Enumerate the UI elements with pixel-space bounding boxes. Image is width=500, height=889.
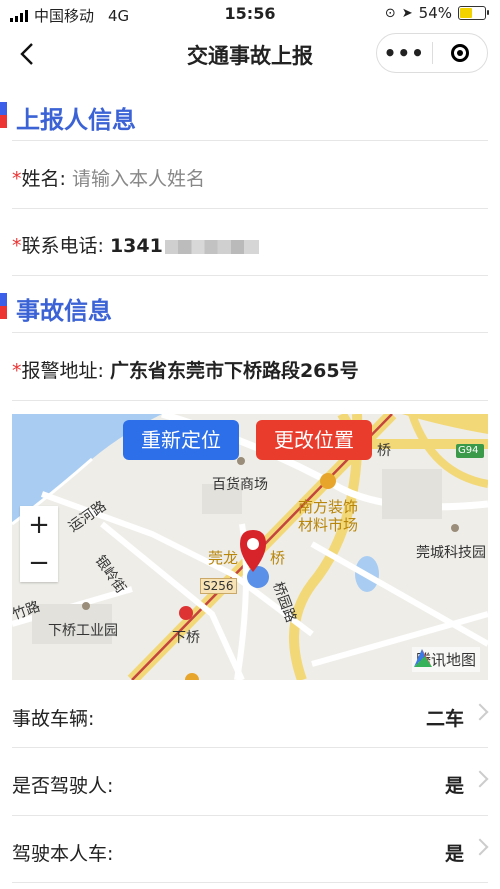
relocate-button[interactable]: 重新定位 (123, 420, 239, 460)
name-field-row[interactable]: *姓名: 请输入本人姓名 (0, 142, 500, 208)
road-shield-s256: S256 (200, 578, 237, 594)
target-circle-icon (450, 44, 469, 62)
divider (12, 747, 488, 748)
location-map[interactable]: 重新定位 更改位置 + − 百货商场 南方装饰 材料市场 莞城科技园 下桥工业园… (12, 414, 488, 680)
chevron-right-icon (471, 770, 489, 788)
section-marker (0, 293, 7, 319)
map-label: 莞龙 (208, 549, 239, 567)
map-label: 莞城科技园 (416, 545, 486, 561)
divider (12, 275, 488, 276)
divider (12, 882, 488, 883)
section-title: 事故信息 (16, 297, 112, 325)
section-title: 上报人信息 (16, 106, 136, 134)
required-asterisk: * (12, 360, 22, 382)
tencent-map-logo-icon (413, 649, 432, 667)
zoom-in-button[interactable]: + (20, 506, 58, 544)
accident-vehicles-row[interactable]: 事故车辆: 二车 (0, 682, 500, 748)
map-label: 桥 (377, 443, 391, 459)
phone-label: 联系电话: (21, 235, 104, 257)
address-value: 广东省东莞市下桥路段265号 (109, 360, 359, 382)
name-input[interactable]: 请输入本人姓名 (72, 168, 205, 190)
reporter-section-header: 上报人信息 (0, 92, 500, 140)
own-vehicle-row[interactable]: 驾驶本人车: 是 (0, 817, 500, 883)
more-menu-button[interactable]: ••• (377, 41, 432, 65)
close-mini-program-button[interactable] (432, 44, 487, 62)
zoom-out-button[interactable]: − (20, 544, 58, 582)
rotation-lock-icon: ⊙ (384, 5, 396, 21)
option-label: 驾驶本人车: (12, 843, 114, 865)
change-location-button[interactable]: 更改位置 (256, 420, 372, 460)
option-value: 是 (444, 775, 464, 797)
required-asterisk: * (12, 168, 22, 190)
redacted-phone-digits (164, 239, 259, 254)
map-label: 下桥工业园 (48, 623, 118, 639)
option-label: 是否驾驶人: (12, 775, 114, 797)
battery-icon (458, 6, 489, 20)
divider (12, 815, 488, 816)
map-label: 桥 (270, 549, 286, 567)
nav-bar: 交通事故上报 ••• (0, 28, 500, 80)
divider (12, 140, 488, 141)
map-label: 南方装饰 材料市场 (298, 498, 359, 534)
address-row: *报警地址: 广东省东莞市下桥路段265号 (0, 334, 500, 400)
option-value: 二车 (425, 708, 464, 730)
location-icon: ➤ (401, 5, 413, 21)
is-driver-row[interactable]: 是否驾驶人: 是 (0, 749, 500, 815)
battery-percent: 54% (418, 4, 452, 22)
road-shield-g94: G94 (458, 445, 479, 456)
option-label: 事故车辆: (12, 708, 95, 730)
status-bar: 中国移动 4G 15:56 ⊙ ➤ 54% (0, 0, 500, 28)
name-label: 姓名: (21, 168, 66, 190)
divider (12, 400, 488, 401)
address-label: 报警地址: (21, 360, 104, 382)
required-asterisk: * (12, 235, 22, 257)
chevron-right-icon (471, 703, 489, 721)
mini-program-capsule: ••• (376, 33, 488, 73)
map-label: 百货商场 (212, 477, 268, 493)
phone-value[interactable]: 1341 (110, 235, 163, 257)
section-marker (0, 102, 7, 128)
divider (12, 332, 488, 333)
map-label: 下桥 (172, 630, 200, 646)
option-value: 是 (444, 843, 464, 865)
chevron-right-icon (471, 838, 489, 856)
zoom-control: + − (20, 506, 58, 582)
phone-field-row[interactable]: *联系电话: 1341 (0, 209, 500, 275)
accident-section-header: 事故信息 (0, 283, 500, 331)
map-brand: 腾讯地图 (411, 647, 480, 672)
